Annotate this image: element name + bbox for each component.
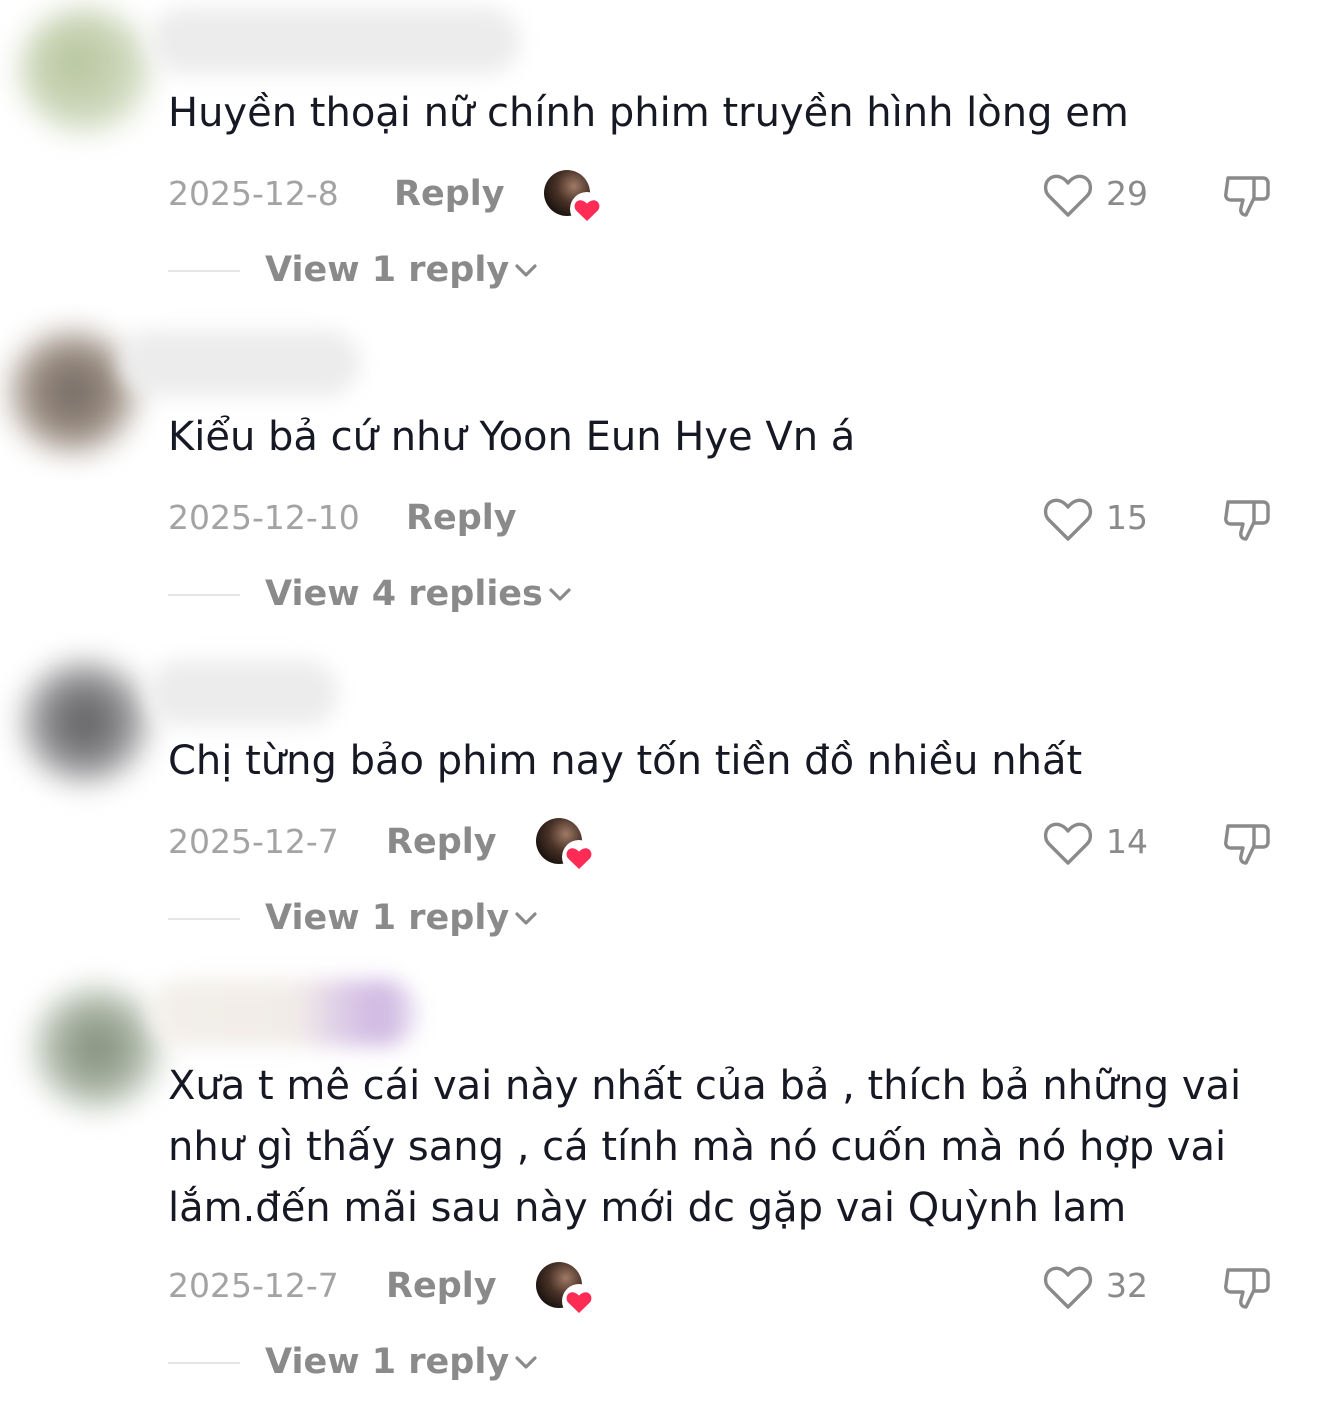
reply-button[interactable]: Reply [406, 498, 517, 538]
thumbs-down-icon[interactable] [1220, 1260, 1274, 1314]
reply-button[interactable]: Reply [394, 174, 505, 214]
commenter-username-blurred[interactable] [120, 330, 360, 396]
heart-outline-icon[interactable] [1043, 172, 1093, 218]
comment-date: 2025-12-7 [168, 822, 339, 861]
like-count: 29 [1106, 174, 1148, 213]
comment-text: Kiểu bả cứ như Yoon Eun Hye Vn á [168, 414, 856, 460]
comment-text: Huyền thoại nữ chính phim truyền hình lò… [168, 90, 1129, 136]
commenter-avatar[interactable] [20, 660, 150, 784]
creator-liked-indicator [536, 1262, 596, 1318]
commenter-username-blurred[interactable] [148, 660, 338, 726]
commenter-username-blurred[interactable] [150, 8, 520, 74]
thumbs-down-icon[interactable] [1220, 492, 1274, 546]
like-count: 15 [1106, 498, 1148, 537]
thumbs-down-icon[interactable] [1220, 816, 1274, 870]
red-heart-icon [570, 192, 604, 226]
red-heart-icon [562, 840, 596, 874]
commenter-avatar[interactable] [20, 8, 150, 132]
commenter-username-blurred[interactable] [150, 980, 418, 1046]
view-replies-button[interactable]: View 1 reply [168, 250, 537, 290]
chevron-down-icon [515, 1356, 537, 1369]
commenter-avatar[interactable] [32, 986, 162, 1110]
heart-outline-icon[interactable] [1043, 1264, 1093, 1310]
chevron-down-icon [515, 264, 537, 277]
chevron-down-icon [515, 912, 537, 925]
chevron-down-icon [549, 588, 571, 601]
divider [168, 594, 240, 596]
like-count: 14 [1106, 822, 1148, 861]
view-replies-label: View 1 reply [265, 898, 510, 938]
comment-date: 2025-12-10 [168, 498, 360, 537]
view-replies-label: View 4 replies [265, 574, 543, 614]
reply-button[interactable]: Reply [386, 1266, 497, 1306]
divider [168, 270, 240, 272]
divider [168, 918, 240, 920]
comment-text: Chị từng bảo phim nay tốn tiền đồ nhiều … [168, 738, 1083, 784]
creator-liked-indicator [544, 170, 604, 226]
red-heart-icon [562, 1284, 596, 1318]
comment-date: 2025-12-7 [168, 1266, 339, 1305]
thumbs-down-icon[interactable] [1220, 168, 1274, 222]
like-count: 32 [1106, 1266, 1148, 1305]
view-replies-button[interactable]: View 4 replies [168, 574, 571, 614]
creator-liked-indicator [536, 818, 596, 874]
commenter-avatar[interactable] [8, 330, 138, 454]
view-replies-label: View 1 reply [265, 1342, 510, 1382]
heart-outline-icon[interactable] [1043, 820, 1093, 866]
heart-outline-icon[interactable] [1043, 496, 1093, 542]
view-replies-label: View 1 reply [265, 250, 510, 290]
comment-text: Xưa t mê cái vai này nhất của bả , thích… [168, 1063, 1242, 1231]
comment-date: 2025-12-8 [168, 174, 339, 213]
divider [168, 1362, 240, 1364]
view-replies-button[interactable]: View 1 reply [168, 898, 537, 938]
view-replies-button[interactable]: View 1 reply [168, 1342, 537, 1382]
reply-button[interactable]: Reply [386, 822, 497, 862]
